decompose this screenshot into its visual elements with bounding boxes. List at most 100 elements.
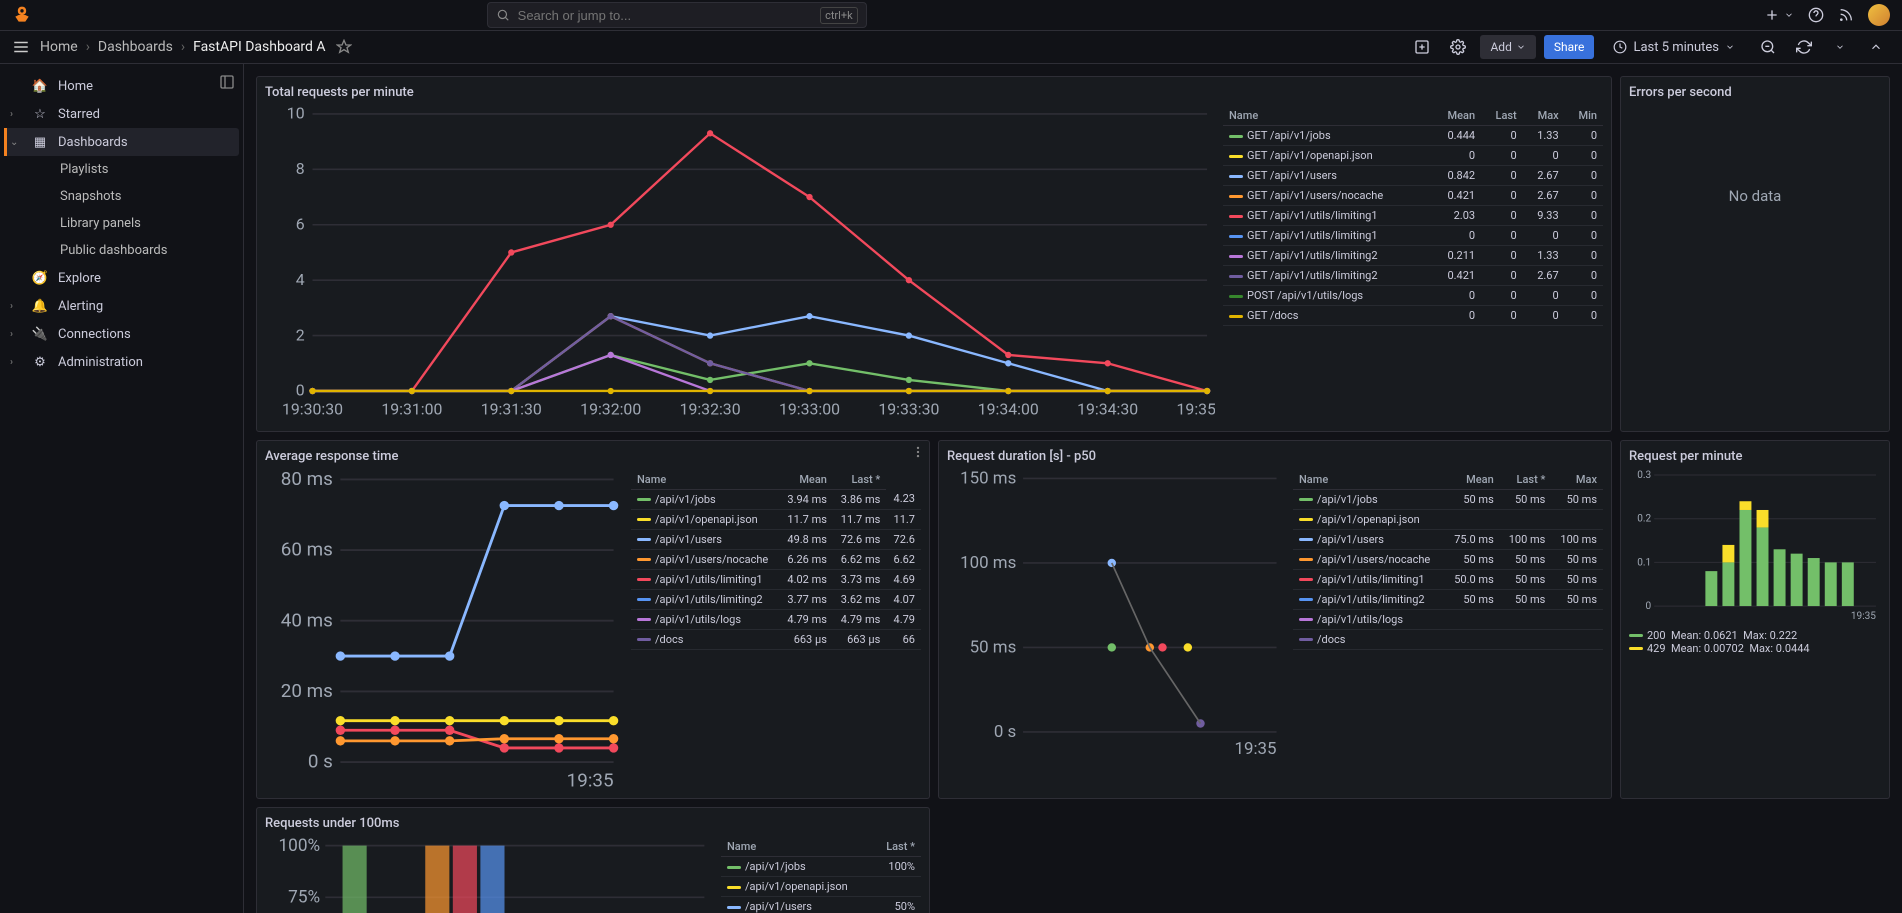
svg-text:75%: 75% xyxy=(288,887,320,907)
star-icon: ☆ xyxy=(32,106,48,122)
rpm-chart[interactable]: 0.30.20.1019:35 xyxy=(1629,470,1881,621)
svg-text:60 ms: 60 ms xyxy=(281,538,333,560)
panel-rpm[interactable]: Request per minute 0.30.20.1019:35 200 M… xyxy=(1620,440,1890,799)
time-range-picker[interactable]: Last 5 minutes xyxy=(1602,35,1746,59)
svg-text:19:35:00: 19:35:00 xyxy=(1177,400,1215,419)
svg-text:8: 8 xyxy=(296,159,305,178)
chevron-right-icon[interactable]: › xyxy=(10,109,13,120)
svg-text:0.3: 0.3 xyxy=(1637,470,1651,481)
panel-p50[interactable]: Request duration [s] - p50 150 ms100 ms5… xyxy=(938,440,1612,799)
svg-text:19:35: 19:35 xyxy=(1851,611,1876,621)
svg-text:20 ms: 20 ms xyxy=(281,680,333,702)
add-panel-icon[interactable] xyxy=(1408,35,1436,59)
p50-chart[interactable]: 150 ms100 ms50 ms0 s19:35 xyxy=(947,470,1285,757)
nav-starred[interactable]: ›☆Starred xyxy=(4,100,239,128)
under100-chart[interactable]: 100%75%50%25%0%19:35 xyxy=(265,837,713,913)
panel-title: Average response time xyxy=(265,449,921,464)
svg-text:4: 4 xyxy=(296,270,305,289)
page-toolbar: Home › Dashboards › FastAPI Dashboard A … xyxy=(0,30,1902,64)
chevron-right-icon[interactable]: › xyxy=(10,329,13,340)
svg-text:2: 2 xyxy=(296,325,305,344)
news-icon[interactable] xyxy=(1838,7,1854,23)
bell-icon: 🔔 xyxy=(32,298,48,314)
zoom-out-icon[interactable] xyxy=(1754,35,1782,59)
svg-text:150 ms: 150 ms xyxy=(960,470,1016,489)
rpm-legend: 200 Mean: 0.0621 Max: 0.222429 Mean: 0.0… xyxy=(1629,629,1881,655)
svg-text:0: 0 xyxy=(1646,601,1652,612)
panel-avg-response[interactable]: Average response time 80 ms60 ms40 ms20 … xyxy=(256,440,930,799)
nav-label: Home xyxy=(58,79,93,94)
search-icon xyxy=(496,8,510,22)
chevron-down-icon[interactable] xyxy=(1784,7,1794,23)
chevron-down-icon[interactable]: ⌄ xyxy=(10,137,18,148)
add-button[interactable]: Add xyxy=(1480,35,1535,59)
nav-public-dashboards[interactable]: Public dashboards xyxy=(4,237,239,264)
total-requests-chart[interactable]: 108642019:30:3019:31:0019:31:3019:32:001… xyxy=(265,106,1215,423)
svg-text:0 s: 0 s xyxy=(308,750,333,772)
share-button[interactable]: Share xyxy=(1544,35,1595,59)
nav-home[interactable]: 🏠Home xyxy=(4,72,239,100)
svg-text:6: 6 xyxy=(296,214,305,233)
panel-title: Total requests per minute xyxy=(265,85,1603,100)
panel-title: Errors per second xyxy=(1629,85,1881,100)
svg-text:19:30:30: 19:30:30 xyxy=(282,400,343,419)
grid-icon: ▦ xyxy=(32,134,48,150)
breadcrumb-sep: › xyxy=(86,39,90,55)
breadcrumb-home[interactable]: Home xyxy=(40,39,78,55)
breadcrumb-current: FastAPI Dashboard A xyxy=(193,39,326,55)
svg-text:100 ms: 100 ms xyxy=(960,553,1016,573)
search-shortcut: ctrl+k xyxy=(820,7,858,24)
nav-connections[interactable]: ›🔌Connections xyxy=(4,320,239,348)
nav-label: Alerting xyxy=(58,299,103,314)
breadcrumb: Home › Dashboards › FastAPI Dashboard A xyxy=(40,39,326,55)
p50-legend: NameMeanLast *Max/api/v1/jobs50 ms50 ms5… xyxy=(1293,470,1603,757)
search-input[interactable] xyxy=(518,8,812,23)
chevron-right-icon[interactable]: › xyxy=(10,301,13,312)
topbar: ctrl+k xyxy=(0,0,1902,30)
chevron-right-icon[interactable]: › xyxy=(10,357,13,368)
svg-text:19:34:30: 19:34:30 xyxy=(1077,400,1138,419)
panel-menu-icon[interactable] xyxy=(911,445,925,459)
svg-text:40 ms: 40 ms xyxy=(281,609,333,631)
gear-icon: ⚙ xyxy=(32,354,48,370)
nav-snapshots[interactable]: Snapshots xyxy=(4,183,239,210)
nav-playlists[interactable]: Playlists xyxy=(4,156,239,183)
breadcrumb-dashboards[interactable]: Dashboards xyxy=(98,39,173,55)
svg-text:19:35: 19:35 xyxy=(567,769,614,790)
nav-library-panels[interactable]: Library panels xyxy=(4,210,239,237)
help-icon[interactable] xyxy=(1808,7,1824,23)
panel-errors[interactable]: Errors per second No data xyxy=(1620,76,1890,432)
refresh-icon[interactable] xyxy=(1790,35,1818,59)
nav-label: Connections xyxy=(58,327,131,342)
svg-text:100%: 100% xyxy=(278,837,320,856)
settings-icon[interactable] xyxy=(1444,35,1472,59)
nav-alerting[interactable]: › 🔔 Alerting xyxy=(4,292,239,320)
total-requests-legend: NameMeanLastMaxMinGET /api/v1/jobs0.4440… xyxy=(1223,106,1603,423)
avg-response-chart[interactable]: 80 ms60 ms40 ms20 ms0 s19:35 xyxy=(265,470,623,790)
svg-text:19:32:00: 19:32:00 xyxy=(580,400,641,419)
panel-under100[interactable]: Requests under 100ms 100%75%50%25%0%19:3… xyxy=(256,807,930,913)
global-search[interactable]: ctrl+k xyxy=(487,2,867,28)
time-range-label: Last 5 minutes xyxy=(1633,40,1719,55)
clock-icon xyxy=(1613,40,1627,54)
collapse-icon[interactable] xyxy=(1862,35,1890,59)
star-icon[interactable] xyxy=(336,39,352,55)
menu-toggle-icon[interactable] xyxy=(12,38,30,56)
svg-text:19:31:00: 19:31:00 xyxy=(381,400,442,419)
svg-text:19:33:30: 19:33:30 xyxy=(878,400,939,419)
nav-administration[interactable]: ›⚙Administration xyxy=(4,348,239,376)
panel-total-requests[interactable]: Total requests per minute 108642019:30:3… xyxy=(256,76,1612,432)
user-avatar[interactable] xyxy=(1868,4,1890,26)
sidebar: 🏠Home ›☆Starred ⌄▦Dashboards Playlists S… xyxy=(0,64,244,913)
plus-icon[interactable] xyxy=(1764,7,1780,23)
svg-text:50 ms: 50 ms xyxy=(970,637,1017,657)
svg-text:19:35: 19:35 xyxy=(1235,739,1277,757)
nav-label: Dashboards xyxy=(58,135,128,150)
svg-text:10: 10 xyxy=(287,106,305,123)
nav-explore[interactable]: 🧭Explore xyxy=(4,264,239,292)
chevron-down-icon xyxy=(1725,42,1735,52)
nav-dashboards[interactable]: ⌄ ▦ Dashboards xyxy=(4,128,239,156)
svg-text:19:34:00: 19:34:00 xyxy=(978,400,1039,419)
avg-response-legend: NameMeanLast */api/v1/jobs3.94 ms3.86 ms… xyxy=(631,470,921,790)
refresh-interval-chevron[interactable] xyxy=(1826,35,1854,59)
